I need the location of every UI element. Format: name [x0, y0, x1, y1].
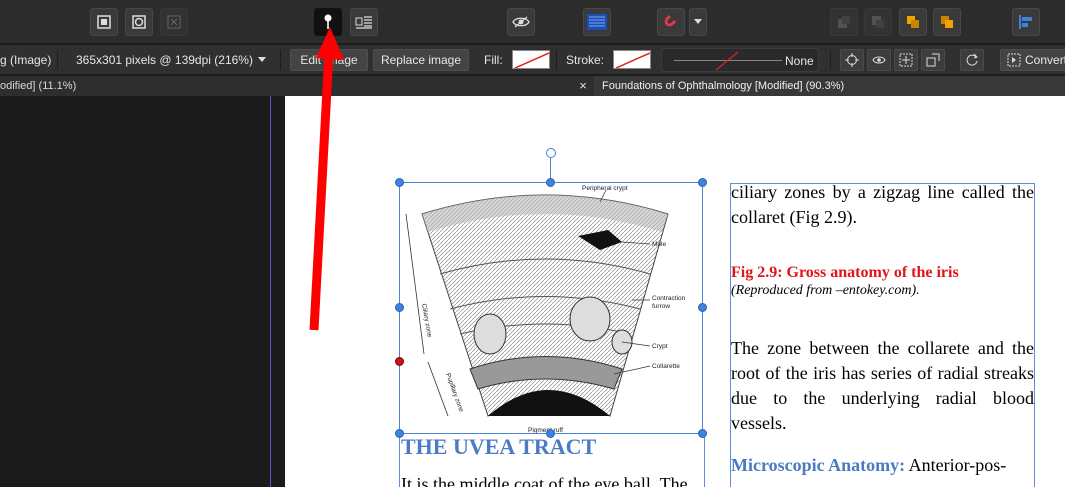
divider	[280, 50, 281, 70]
rotation-handle[interactable]	[546, 148, 556, 158]
divider	[830, 50, 831, 70]
convert-icon	[1007, 53, 1021, 67]
section-heading-uvea[interactable]: THE UVEA TRACT	[401, 434, 596, 460]
text-wrap-icon[interactable]	[350, 8, 378, 36]
crosshair-icon[interactable]	[840, 49, 864, 71]
paragraph-microscopic-anatomy[interactable]: Microscopic Anatomy: Anterior-pos-	[731, 455, 1034, 476]
app-window: g (Image) 365x301 pixels @ 139dpi (216%)…	[0, 0, 1065, 487]
main-toolbar	[0, 0, 1065, 44]
baseline-grid-icon[interactable]	[583, 8, 611, 36]
microscopic-anatomy-text: Anterior-pos-	[905, 455, 1007, 475]
snapping-dropdown-icon[interactable]	[689, 8, 707, 36]
resize-handle-right[interactable]	[698, 303, 707, 312]
arrange-back-icon[interactable]	[830, 8, 858, 36]
fill-swatch[interactable]	[512, 50, 550, 69]
microscopic-anatomy-heading: Microscopic Anatomy:	[731, 455, 906, 475]
object-type-label: g (Image)	[0, 53, 52, 67]
document-tabs: odified] (11.1%) × Foundations of Ophtha…	[0, 76, 1065, 96]
figure-caption-title[interactable]: Fig 2.9: Gross anatomy of the iris	[731, 264, 959, 282]
context-toolbar: g (Image) 365x301 pixels @ 139dpi (216%)…	[0, 45, 1065, 75]
figure-caption-source[interactable]: (Reproduced from –entokey.com).	[731, 283, 920, 299]
resize-handle-left[interactable]	[395, 303, 404, 312]
paragraph-collaret[interactable]: ciliary zones by a zigzag line called th…	[731, 180, 1034, 230]
close-icon[interactable]: ×	[576, 76, 590, 96]
tab-document-2[interactable]: Foundations of Ophthalmology [Modified] …	[594, 76, 1065, 96]
view-icon[interactable]	[507, 8, 535, 36]
fill-label: Fill:	[484, 53, 503, 67]
magnet-icon[interactable]	[657, 8, 685, 36]
no-stroke-icon	[715, 51, 739, 71]
arrange-front-icon[interactable]	[933, 8, 961, 36]
guide-line	[270, 96, 271, 487]
arrange-forward-icon[interactable]	[899, 8, 927, 36]
pasteboard	[0, 96, 285, 487]
tab-label: odified] (11.1%)	[0, 80, 77, 92]
resize-handle-top[interactable]	[546, 178, 555, 187]
chevron-down-icon[interactable]	[258, 57, 266, 63]
divider	[556, 50, 557, 70]
resize-handle-bottom-right[interactable]	[698, 429, 707, 438]
rotate-icon[interactable]	[960, 49, 984, 71]
paragraph-uvea[interactable]: It is the middle coat of the eye ball. T…	[401, 474, 688, 487]
align-icon[interactable]	[1012, 8, 1040, 36]
resize-handle-top-left[interactable]	[395, 178, 404, 187]
image-info-dropdown[interactable]: 365x301 pixels @ 139dpi (216%)	[76, 53, 253, 67]
link-handle[interactable]	[395, 357, 404, 366]
stroke-swatch[interactable]	[613, 50, 651, 69]
convert-button[interactable]: Convert	[1000, 49, 1065, 71]
arrange-backward-icon[interactable]	[864, 8, 892, 36]
eye-frame-icon[interactable]	[867, 49, 891, 71]
document-page[interactable]: ciliary zones by a zigzag line called th…	[285, 96, 1065, 487]
document-icon[interactable]	[90, 8, 118, 36]
edit-image-button[interactable]: Edit Image	[290, 49, 368, 71]
pin-icon[interactable]	[314, 8, 342, 36]
resize-handle-bottom[interactable]	[546, 429, 555, 438]
disabled-icon[interactable]	[160, 8, 188, 36]
selection-bounding-box	[399, 182, 703, 434]
tab-label: Foundations of Ophthalmology [Modified] …	[602, 80, 845, 92]
resize-handle-bottom-left[interactable]	[395, 429, 404, 438]
resize-handle-top-right[interactable]	[698, 178, 707, 187]
tab-document-1[interactable]: odified] (11.1%)	[0, 76, 594, 96]
stroke-style-value: None	[785, 54, 814, 68]
convert-label: Convert	[1025, 53, 1065, 67]
frame-icon[interactable]	[125, 8, 153, 36]
fit-icon[interactable]	[894, 49, 918, 71]
divider	[57, 50, 58, 70]
paragraph-radial-streaks[interactable]: The zone between the collarete and the r…	[731, 336, 1034, 436]
stroke-style-field[interactable]: None	[661, 48, 819, 72]
replace-image-button[interactable]: Replace image	[373, 49, 469, 71]
resize-icon[interactable]	[921, 49, 945, 71]
stroke-label: Stroke:	[566, 53, 605, 67]
